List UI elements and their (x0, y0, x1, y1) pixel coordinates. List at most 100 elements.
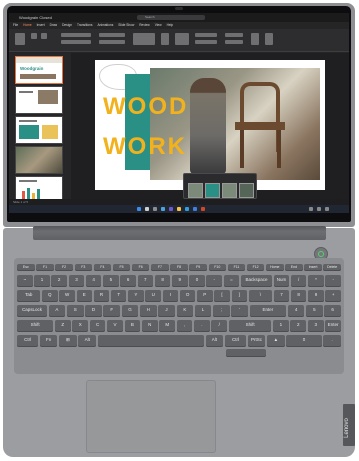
task-view-icon[interactable] (153, 207, 157, 211)
start-icon[interactable] (137, 207, 141, 211)
key-2[interactable]: 2 (51, 275, 67, 287)
key-num[interactable]: Num (273, 275, 290, 287)
tab-design[interactable]: Design (62, 22, 72, 29)
key-prtsc[interactable]: PrtSc (247, 335, 266, 347)
key-3[interactable]: 3 (68, 275, 85, 287)
key-k12[interactable]: ] (231, 290, 248, 302)
key-f[interactable]: F (103, 305, 121, 317)
shape-outline-icon[interactable] (195, 40, 217, 44)
key-7[interactable]: 7 (137, 275, 154, 287)
key-enter[interactable]: Enter (249, 305, 287, 317)
key-alt[interactable]: Alt (78, 335, 97, 347)
shapes-gallery-icon[interactable] (133, 33, 155, 45)
tab-view[interactable]: View (155, 22, 162, 29)
search-input[interactable]: Search (137, 15, 205, 20)
key-shift[interactable]: Shift (228, 320, 272, 332)
key-fn[interactable]: Fn (39, 335, 58, 347)
new-slide-icon[interactable] (31, 33, 37, 39)
main-slide[interactable]: WOOD WORK (95, 60, 325, 190)
key-home[interactable]: Home (266, 264, 284, 271)
key-3[interactable]: 3 (307, 320, 324, 332)
paragraph-icon[interactable] (99, 33, 125, 37)
edge-icon[interactable] (185, 207, 189, 211)
key-i[interactable]: I (162, 290, 179, 302)
key-o[interactable]: O (179, 290, 196, 302)
key-f9[interactable]: F9 (189, 264, 207, 271)
key-ctrl[interactable]: Ctrl (17, 335, 39, 347)
powerpoint-icon[interactable] (201, 207, 205, 211)
key-k8[interactable]: ▲ (267, 335, 285, 347)
key-1[interactable]: 1 (273, 320, 289, 332)
store-icon[interactable] (193, 207, 197, 211)
design-option[interactable] (188, 183, 203, 198)
tab-file[interactable]: File (13, 22, 18, 29)
key-u[interactable]: U (145, 290, 161, 302)
key-f8[interactable]: F8 (170, 264, 188, 271)
key-m[interactable]: M (159, 320, 176, 332)
key-backspace[interactable]: Backspace (240, 275, 273, 287)
key-k2[interactable]: ⊞ (59, 335, 77, 347)
key-f10[interactable]: F10 (208, 264, 227, 271)
key-enter[interactable]: Enter (325, 320, 341, 332)
shape-fill-icon[interactable] (195, 33, 217, 37)
key-d[interactable]: D (85, 305, 102, 317)
wifi-icon[interactable] (309, 207, 313, 211)
tab-insert[interactable]: Insert (37, 22, 45, 29)
touchpad[interactable] (86, 380, 216, 453)
arrow-keys[interactable] (226, 349, 266, 357)
key-k11[interactable]: ' (231, 305, 248, 317)
key-k17[interactable]: - (325, 275, 341, 287)
key-f12[interactable]: F12 (246, 264, 265, 271)
key-k10[interactable]: . (323, 335, 341, 347)
replace-icon[interactable] (225, 40, 243, 44)
key-k10[interactable]: / (211, 320, 228, 332)
key-s[interactable]: S (66, 305, 84, 317)
font-select-icon[interactable] (61, 33, 91, 37)
slide-thumb-1[interactable]: Woodgrain (15, 56, 63, 84)
key-g[interactable]: G (121, 305, 139, 317)
key-h[interactable]: H (139, 305, 157, 317)
search-icon[interactable] (145, 207, 149, 211)
paste-icon[interactable] (15, 33, 25, 45)
key-4[interactable]: 4 (287, 305, 305, 317)
key-9[interactable]: 9 (172, 275, 188, 287)
key-k9[interactable]: . (194, 320, 210, 332)
key-y[interactable]: Y (128, 290, 144, 302)
tab-animations[interactable]: Animations (98, 22, 114, 29)
arrange-icon[interactable] (161, 33, 169, 45)
key-ctrl[interactable]: Ctrl (224, 335, 247, 347)
key-k[interactable]: K (176, 305, 194, 317)
slide-thumb-4[interactable] (15, 146, 63, 174)
font-format-icon[interactable] (61, 40, 91, 44)
key-1[interactable]: 1 (34, 275, 50, 287)
key-f11[interactable]: F11 (227, 264, 246, 271)
key-f1[interactable]: F1 (36, 264, 54, 271)
widgets-icon[interactable] (161, 207, 165, 211)
key-f5[interactable]: F5 (112, 264, 131, 271)
folder-icon[interactable] (177, 207, 181, 211)
key-a[interactable]: A (48, 305, 66, 317)
design-option[interactable] (239, 183, 254, 198)
key-2[interactable]: 2 (290, 320, 307, 332)
key-f4[interactable]: F4 (93, 264, 112, 271)
key-w[interactable]: W (59, 290, 75, 302)
key-k13[interactable]: \ (248, 290, 273, 302)
key-5[interactable]: 5 (306, 305, 323, 317)
key-l[interactable]: L (194, 305, 212, 317)
key-delete[interactable]: Delete (323, 264, 341, 271)
key-k4[interactable] (97, 335, 204, 347)
key-7[interactable]: 7 (273, 290, 290, 302)
key-n[interactable]: N (141, 320, 158, 332)
key-z[interactable]: Z (54, 320, 71, 332)
key-8[interactable]: 8 (290, 290, 307, 302)
key-shift[interactable]: Shift (17, 320, 54, 332)
key-0[interactable]: 0 (189, 275, 205, 287)
tab-transitions[interactable]: Transitions (77, 22, 92, 29)
tab-review[interactable]: Review (139, 22, 149, 29)
dictate-icon[interactable] (251, 33, 259, 45)
quick-styles-icon[interactable] (175, 33, 189, 45)
tab-help[interactable]: Help (167, 22, 174, 29)
slide-thumb-3[interactable] (15, 116, 63, 144)
key-k8[interactable]: , (176, 320, 193, 332)
designer-popup[interactable] (183, 173, 257, 199)
